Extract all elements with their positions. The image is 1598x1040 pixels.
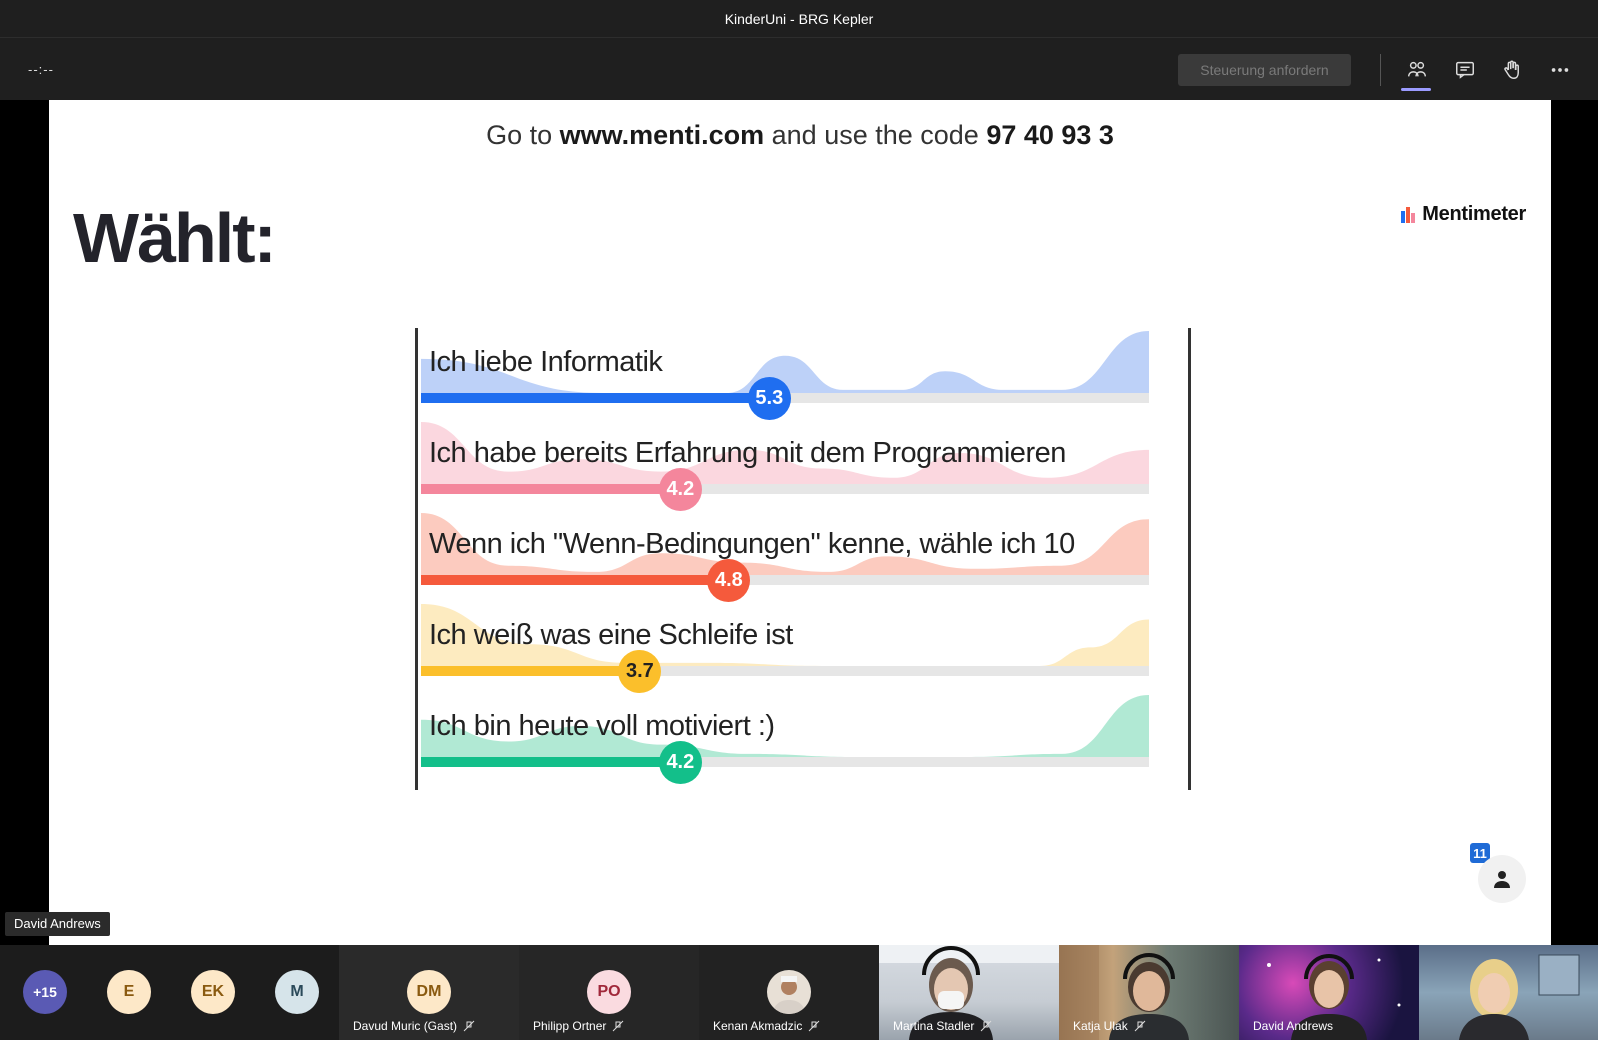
- participant-avatar[interactable]: EK: [191, 970, 235, 1014]
- mic-muted-icon: [809, 1020, 820, 1032]
- participant-name: David Andrews: [1253, 1019, 1333, 1033]
- shared-screen: Go to www.menti.com and use the code 97 …: [0, 100, 1598, 945]
- mic-muted-icon: [1134, 1020, 1146, 1032]
- more-options-icon[interactable]: [1544, 54, 1576, 86]
- average-value-bubble: 4.2: [658, 468, 702, 511]
- participant-name: Katja Ulak: [1073, 1019, 1146, 1033]
- person-icon: [1494, 871, 1510, 888]
- participant-name-text: Kenan Akmadzic: [713, 1019, 803, 1033]
- toolbar-divider: [1380, 54, 1381, 86]
- participant-strip: +15 E EK M DM Davud Muric (Gast) PO Phil…: [0, 945, 1598, 1040]
- mentimeter-slide: Go to www.menti.com and use the code 97 …: [49, 100, 1551, 945]
- mic-muted-icon: [981, 1020, 992, 1032]
- raise-hand-icon[interactable]: [1496, 54, 1528, 86]
- participant-avatar[interactable]: M: [275, 970, 319, 1014]
- video-person-icon: [1459, 954, 1580, 1040]
- participant-name-text: Martina Stadler: [893, 1019, 975, 1033]
- participant-avatar: DM: [407, 970, 451, 1014]
- participant-name-text: Philipp Ortner: [533, 1019, 607, 1033]
- participant-avatar: PO: [587, 970, 631, 1014]
- scale-value-bar: [421, 484, 680, 494]
- person-photo-icon: [773, 976, 805, 1014]
- participant-name: Kenan Akmadzic: [713, 1019, 820, 1033]
- participant-button[interactable]: [1478, 855, 1526, 903]
- participant-video-tile[interactable]: [1419, 945, 1598, 1040]
- statement-label: Ich bin heute voll motiviert :): [429, 710, 775, 742]
- participant-photo-avatar: [767, 970, 811, 1014]
- statement-label: Ich habe bereits Erfahrung mit dem Progr…: [429, 437, 1066, 469]
- participant-name-text: Davud Muric (Gast): [353, 1019, 458, 1033]
- participant-avatar[interactable]: E: [107, 970, 151, 1014]
- participant-tile[interactable]: DM Davud Muric (Gast): [339, 945, 519, 1040]
- scale-value-bar: [421, 393, 769, 403]
- participants-icon[interactable]: [1401, 54, 1433, 86]
- participant-name: Philipp Ortner: [533, 1019, 624, 1033]
- scale-value-bar: [421, 575, 729, 585]
- participant-name: Davud Muric (Gast): [353, 1019, 475, 1033]
- window-title: KinderUni - BRG Kepler: [724, 11, 874, 27]
- overflow-participants[interactable]: +15: [23, 970, 67, 1014]
- average-value-bubble: 5.3: [747, 377, 791, 420]
- request-control-button[interactable]: Steuerung anfordern: [1178, 54, 1351, 86]
- participant-tile[interactable]: PO Philipp Ortner: [519, 945, 699, 1040]
- scale-value-bar: [421, 666, 640, 676]
- participant-name-text: Katja Ulak: [1073, 1019, 1128, 1033]
- average-value-bubble: 4.2: [658, 741, 702, 784]
- participant-video-tile[interactable]: David Andrews: [1239, 945, 1419, 1040]
- participant-video-tile[interactable]: Katja Ulak: [1059, 945, 1239, 1040]
- mic-muted-icon: [463, 1020, 475, 1032]
- statement-label: Wenn ich "Wenn-Bedingungen" kenne, wähle…: [429, 528, 1075, 560]
- scale-chart-svg: [421, 331, 1149, 767]
- presenter-name-tag: David Andrews: [5, 912, 110, 936]
- participant-tile[interactable]: Kenan Akmadzic: [699, 945, 879, 1040]
- participant-name: Martina Stadler: [893, 1019, 992, 1033]
- active-tab-indicator: [1401, 88, 1431, 91]
- participant-video-tile[interactable]: Martina Stadler: [879, 945, 1059, 1040]
- scale-value-bar: [421, 757, 680, 767]
- participant-name-text: David Andrews: [1253, 1019, 1334, 1033]
- meeting-controls: --:-- Steuerung anfordern: [0, 38, 1598, 100]
- scale-chart: Ich liebe Informatik 5.3 Ich habe bereits …: [49, 100, 1551, 945]
- chat-icon[interactable]: [1449, 54, 1481, 86]
- statement-label: Ich weiß was eine Schleife ist: [429, 619, 793, 651]
- meeting-timer: --:--: [28, 62, 54, 77]
- mic-muted-icon: [613, 1020, 624, 1032]
- statement-label: Ich liebe Informatik: [429, 346, 663, 378]
- window-titlebar: KinderUni - BRG Kepler: [0, 0, 1598, 38]
